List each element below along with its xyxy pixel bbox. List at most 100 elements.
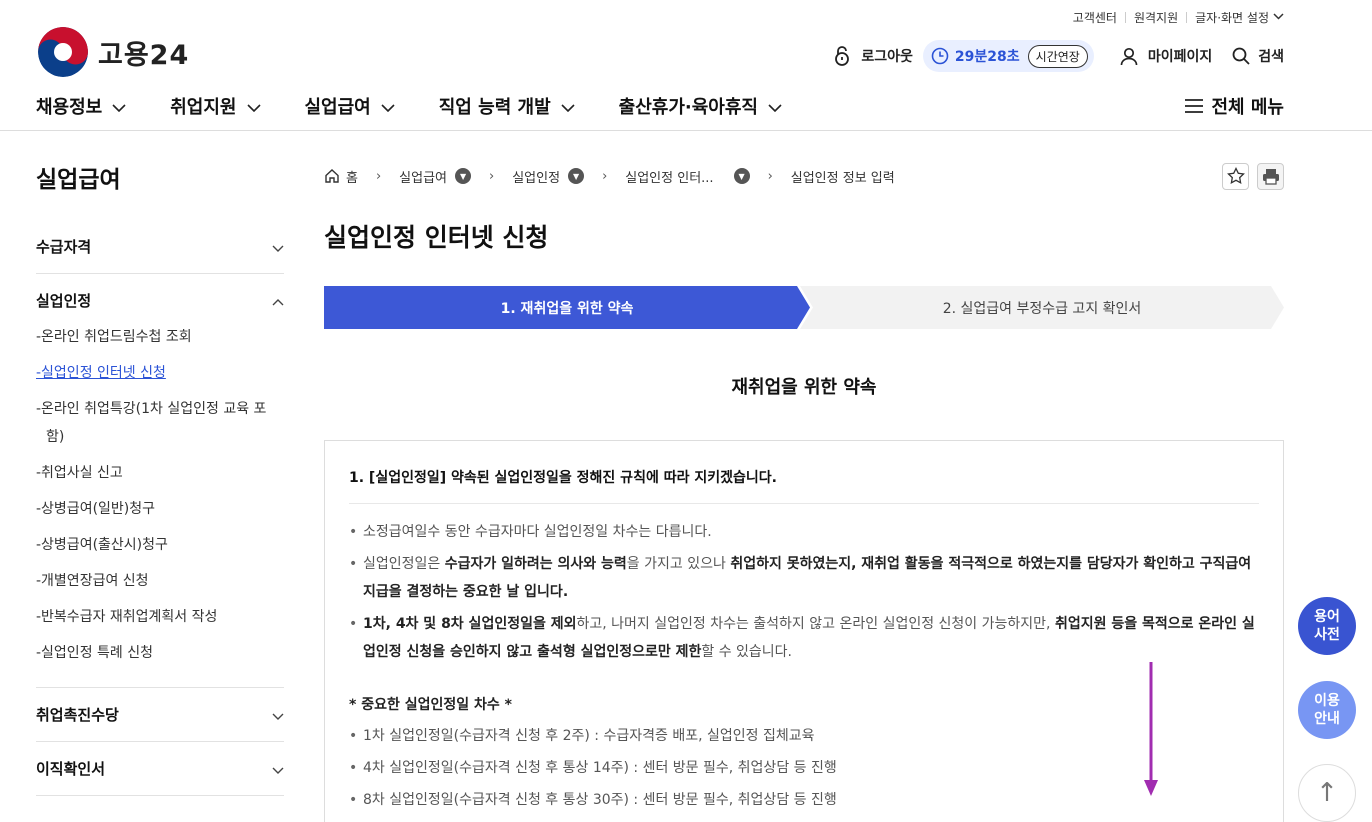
bullet-text: 할 수 있습니다.: [701, 644, 793, 660]
gnb-item-employment-support[interactable]: 취업지원: [170, 93, 261, 119]
gnb-item-label: 출산휴가·육아휴직: [618, 97, 758, 118]
arrow-up-icon: ↑: [1316, 778, 1338, 808]
bullet-strong: 수급자가 일하려는 의사와 능력: [444, 556, 627, 572]
chevron-down-icon: [561, 96, 575, 117]
breadcrumb-item[interactable]: 실업인정 ▼: [512, 167, 585, 186]
sidebar-item[interactable]: -반복수급자 재취업계획서 작성: [36, 599, 284, 635]
star-icon: [1226, 167, 1245, 185]
extend-session-button[interactable]: 시간연장: [1027, 44, 1088, 68]
gnb-item-label: 실업급여: [304, 97, 371, 118]
sidebar: 실업급여 수급자격 실업인정 -온라인 취업드림수첩 조회 -실업인정 인터넷 …: [36, 160, 284, 796]
important-item: 8차 실업인정일(수급자격 신청 후 통상 30주) : 센터 방문 필수, 취…: [349, 786, 1259, 814]
pledge-heading: 1. [실업인정일] 약속된 실업인정일을 정해진 규칙에 따라 지키겠습니다.: [349, 467, 1259, 504]
breadcrumb-home[interactable]: 홈: [324, 167, 358, 186]
clock-icon: [931, 47, 949, 65]
divider: [1124, 12, 1126, 23]
sidebar-item[interactable]: -취업사실 신고: [36, 455, 284, 491]
gnb-item-jobs[interactable]: 채용정보: [36, 93, 126, 119]
bullet-text: 실업인정일은: [363, 556, 445, 572]
header-divider: [0, 130, 1372, 131]
sidebar-group-label: 수급자격: [36, 238, 92, 256]
user-icon: [1120, 47, 1138, 66]
printer-icon: [1262, 168, 1280, 185]
sidebar-item-active[interactable]: -실업인정 인터넷 신청: [36, 355, 284, 391]
usage-guide-button[interactable]: 이용안내: [1298, 681, 1356, 739]
step-2: 2. 실업급여 부정수급 고지 확인서: [800, 286, 1284, 329]
important-list: 1차 실업인정일(수급자격 신청 후 2주) : 수급자격증 배포, 실업인정 …: [349, 722, 1259, 814]
breadcrumb-current: 실업인정 정보 입력: [791, 167, 895, 186]
gnb-item-vocational-training[interactable]: 직업 능력 개발: [439, 93, 575, 119]
pledge-bullets: 소정급여일수 동안 수급자마다 실업인정일 차수는 다릅니다. 실업인정일은 수…: [349, 518, 1259, 666]
logout-button[interactable]: 로그아웃: [833, 46, 913, 66]
glossary-label-line: 용어: [1314, 609, 1340, 625]
chevron-down-icon: [381, 96, 395, 117]
important-item: 1차 실업인정일(수급자격 신청 후 2주) : 수급자격증 배포, 실업인정 …: [349, 722, 1259, 750]
dropdown-toggle-icon[interactable]: ▼: [455, 168, 472, 184]
breadcrumb-label: 홈: [346, 170, 358, 186]
sidebar-item[interactable]: -온라인 취업드림수첩 조회: [36, 319, 284, 355]
sidebar-item[interactable]: -상병급여(일반)청구: [36, 491, 284, 527]
mypage-button[interactable]: 마이페이지: [1120, 46, 1212, 66]
site-logo[interactable]: 고용24: [38, 27, 189, 77]
gnb-item-label: 직업 능력 개발: [438, 97, 551, 118]
chevron-down-icon: [768, 96, 782, 117]
sidebar-item[interactable]: -개별연장급여 신청: [36, 563, 284, 599]
breadcrumb-label: 실업인정 정보 입력: [790, 170, 895, 186]
dropdown-toggle-icon[interactable]: ▼: [733, 168, 750, 184]
section-title: 재취업을 위한 약속: [731, 377, 877, 398]
step-indicator: 2. 실업급여 부정수급 고지 확인서 1. 재취업을 위한 약속: [324, 286, 1284, 329]
logout-label: 로그아웃: [861, 49, 913, 65]
gnb-item-label: 취업지원: [170, 97, 237, 118]
glossary-button[interactable]: 용어 사전: [1298, 597, 1356, 655]
breadcrumb-item[interactable]: 실업급여 ▼: [399, 167, 472, 186]
page-tools: [1222, 162, 1284, 190]
chevron-down-icon: [272, 760, 284, 778]
bullet-text: 하고, 나머지 실업인정 차수는 출석하지 않고 온라인 실업인정 신청이 가능…: [576, 616, 1055, 632]
lock-icon: [833, 46, 851, 66]
bullet-item: 소정급여일수 동안 수급자마다 실업인정일 차수는 다릅니다.: [349, 518, 1259, 546]
all-menu-button[interactable]: 전체 메뉴: [1185, 93, 1284, 119]
gnb-item-label: 채용정보: [36, 97, 103, 118]
bullet-strong: 1차, 4차 및 8차 실업인정일을 제외: [363, 616, 577, 632]
gnb-item-unemployment-benefits[interactable]: 실업급여: [305, 93, 395, 119]
sidebar-title: 실업급여: [36, 167, 121, 193]
gnb-item-parental-leave[interactable]: 출산휴가·육아휴직: [619, 93, 782, 119]
page-title: 실업인정 인터넷 신청: [324, 223, 549, 252]
breadcrumb-item[interactable]: 실업인정 인터... ▼: [625, 167, 750, 186]
bullet-item: 1차, 4차 및 8차 실업인정일을 제외하고, 나머지 실업인정 차수는 출석…: [349, 610, 1259, 666]
sidebar-item[interactable]: -상병급여(출산시)청구: [36, 527, 284, 563]
sidebar-item[interactable]: -온라인 취업특강(1차 실업인정 교육 포함): [36, 391, 284, 455]
chevron-down-icon: [272, 238, 284, 256]
display-settings-link[interactable]: 글자·화면 설정: [1195, 9, 1269, 26]
sidebar-group-eligibility: 수급자격: [36, 220, 284, 274]
sidebar-group-label: 이직확인서: [36, 760, 106, 778]
sidebar-group-label: 취업촉진수당: [36, 706, 119, 724]
sidebar-group-separation-cert: 이직확인서: [36, 742, 284, 796]
sidebar-submenu: -온라인 취업드림수첩 조회 -실업인정 인터넷 신청 -온라인 취업특강(1차…: [36, 319, 284, 687]
customer-center-link[interactable]: 고객센터: [1073, 9, 1117, 26]
favorite-button[interactable]: [1222, 162, 1249, 190]
chevron-right-icon: ›: [375, 168, 382, 184]
chevron-down-icon: [246, 96, 261, 117]
utility-nav: 고객센터 원격지원 글자·화면 설정: [1073, 9, 1284, 26]
chevron-down-icon: [1273, 12, 1284, 23]
bullet-text: 을 가지고 있으나: [626, 556, 731, 572]
chevron-right-icon: ›: [602, 168, 608, 184]
pledge-box: 1. [실업인정일] 약속된 실업인정일을 정해진 규칙에 따라 지키겠습니다.…: [324, 440, 1284, 822]
sidebar-item[interactable]: -실업인정 특례 신청: [36, 635, 284, 671]
remote-support-link[interactable]: 원격지원: [1134, 9, 1178, 26]
sidebar-group-header[interactable]: 취업촉진수당: [36, 688, 284, 741]
scroll-top-button[interactable]: ↑: [1298, 764, 1356, 822]
sidebar-group-job-promotion: 취업촉진수당: [36, 688, 284, 742]
breadcrumb-label: 실업인정: [512, 170, 561, 186]
sidebar-group-header[interactable]: 이직확인서: [36, 742, 284, 795]
dropdown-toggle-icon[interactable]: ▼: [568, 168, 585, 184]
print-button[interactable]: [1257, 162, 1284, 190]
important-title: * 중요한 실업인정일 차수 *: [349, 697, 512, 713]
glossary-label: 용어 사전: [1314, 608, 1340, 644]
session-timer: 29분28초 시간연장: [922, 40, 1094, 72]
guide-label-line: 안내: [1314, 711, 1340, 727]
sidebar-group-header[interactable]: 수급자격: [36, 220, 284, 273]
guide-label-line: 이용: [1314, 693, 1340, 709]
search-button[interactable]: 검색: [1232, 46, 1284, 66]
